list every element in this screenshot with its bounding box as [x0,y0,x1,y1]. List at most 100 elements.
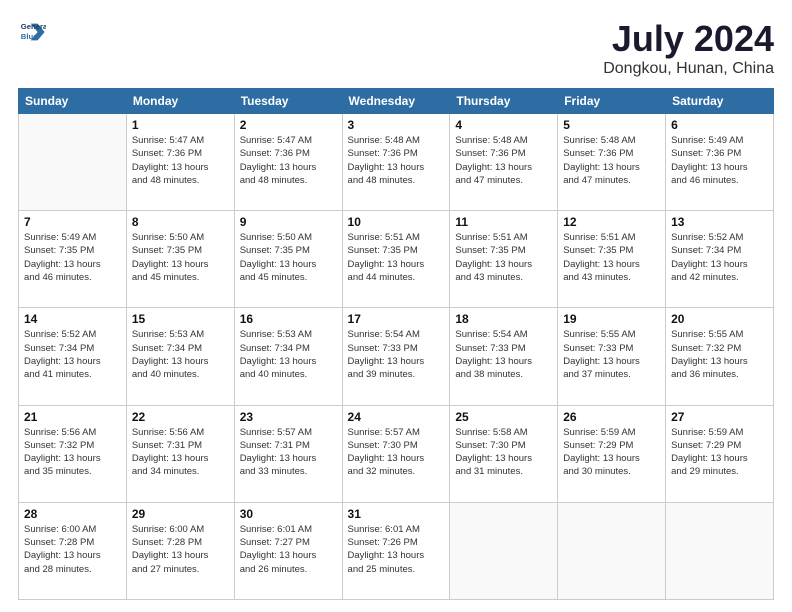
day-info: Sunrise: 5:49 AM Sunset: 7:35 PM Dayligh… [24,231,121,284]
day-number: 31 [348,507,445,521]
day-info: Sunrise: 5:59 AM Sunset: 7:29 PM Dayligh… [671,426,768,479]
day-info: Sunrise: 5:57 AM Sunset: 7:31 PM Dayligh… [240,426,337,479]
day-info: Sunrise: 5:55 AM Sunset: 7:33 PM Dayligh… [563,328,660,381]
day-cell: 18 Sunrise: 5:54 AM Sunset: 7:33 PM Dayli… [450,308,558,405]
day-number: 6 [671,118,768,132]
day-number: 27 [671,410,768,424]
calendar-table: SundayMondayTuesdayWednesdayThursdayFrid… [18,88,774,600]
weekday-header-tuesday: Tuesday [234,89,342,114]
week-row-1: 1Sunrise: 5:47 AM Sunset: 7:36 PM Daylig… [19,114,774,211]
day-number: 12 [563,215,660,229]
day-info: Sunrise: 5:55 AM Sunset: 7:32 PM Dayligh… [671,328,768,381]
day-info: Sunrise: 5:59 AM Sunset: 7:29 PM Dayligh… [563,426,660,479]
day-number: 3 [348,118,445,132]
weekday-header-sunday: Sunday [19,89,127,114]
day-cell: 15 Sunrise: 5:53 AM Sunset: 7:34 PM Dayli… [126,308,234,405]
day-number: 9 [240,215,337,229]
day-info: Sunrise: 5:51 AM Sunset: 7:35 PM Dayligh… [348,231,445,284]
day-cell: 24 Sunrise: 5:57 AM Sunset: 7:30 PM Dayli… [342,405,450,502]
day-info: Sunrise: 5:48 AM Sunset: 7:36 PM Dayligh… [563,134,660,187]
day-info: Sunrise: 5:54 AM Sunset: 7:33 PM Dayligh… [455,328,552,381]
week-row-4: 21 Sunrise: 5:56 AM Sunset: 7:32 PM Dayli… [19,405,774,502]
day-cell: 17 Sunrise: 5:54 AM Sunset: 7:33 PM Dayli… [342,308,450,405]
day-number: 14 [24,312,121,326]
weekday-header-friday: Friday [558,89,666,114]
page: General Blue July 2024 Dongkou, Hunan, C… [0,0,792,612]
day-number: 7 [24,215,121,229]
day-cell: 30Sunrise: 6:01 AM Sunset: 7:27 PM Dayli… [234,502,342,599]
day-cell: 11 Sunrise: 5:51 AM Sunset: 7:35 PM Dayli… [450,211,558,308]
day-info: Sunrise: 6:01 AM Sunset: 7:27 PM Dayligh… [240,523,337,576]
calendar-title: July 2024 [603,18,774,60]
week-row-2: 7 Sunrise: 5:49 AM Sunset: 7:35 PM Daylig… [19,211,774,308]
day-info: Sunrise: 5:47 AM Sunset: 7:36 PM Dayligh… [240,134,337,187]
day-number: 26 [563,410,660,424]
day-info: Sunrise: 5:53 AM Sunset: 7:34 PM Dayligh… [240,328,337,381]
day-cell: 31 Sunrise: 6:01 AM Sunset: 7:26 PM Dayli… [342,502,450,599]
day-number: 19 [563,312,660,326]
day-number: 18 [455,312,552,326]
day-cell: 21 Sunrise: 5:56 AM Sunset: 7:32 PM Dayli… [19,405,127,502]
day-number: 8 [132,215,229,229]
day-info: Sunrise: 6:01 AM Sunset: 7:26 PM Dayligh… [348,523,445,576]
day-info: Sunrise: 5:56 AM Sunset: 7:31 PM Dayligh… [132,426,229,479]
day-cell: 29 Sunrise: 6:00 AM Sunset: 7:28 PM Dayli… [126,502,234,599]
day-number: 23 [240,410,337,424]
day-number: 17 [348,312,445,326]
day-number: 20 [671,312,768,326]
day-cell: 25 Sunrise: 5:58 AM Sunset: 7:30 PM Dayli… [450,405,558,502]
day-cell: 10Sunrise: 5:51 AM Sunset: 7:35 PM Dayli… [342,211,450,308]
weekday-header-saturday: Saturday [666,89,774,114]
day-number: 21 [24,410,121,424]
day-number: 13 [671,215,768,229]
day-info: Sunrise: 5:54 AM Sunset: 7:33 PM Dayligh… [348,328,445,381]
day-info: Sunrise: 5:52 AM Sunset: 7:34 PM Dayligh… [24,328,121,381]
weekday-header-row: SundayMondayTuesdayWednesdayThursdayFrid… [19,89,774,114]
day-cell: 5 Sunrise: 5:48 AM Sunset: 7:36 PM Daylig… [558,114,666,211]
day-cell: 20 Sunrise: 5:55 AM Sunset: 7:32 PM Dayli… [666,308,774,405]
day-number: 22 [132,410,229,424]
day-info: Sunrise: 5:50 AM Sunset: 7:35 PM Dayligh… [132,231,229,284]
day-cell: 8 Sunrise: 5:50 AM Sunset: 7:35 PM Daylig… [126,211,234,308]
day-number: 4 [455,118,552,132]
day-cell: 23 Sunrise: 5:57 AM Sunset: 7:31 PM Dayli… [234,405,342,502]
day-cell: 19 Sunrise: 5:55 AM Sunset: 7:33 PM Dayli… [558,308,666,405]
day-cell: 12 Sunrise: 5:51 AM Sunset: 7:35 PM Dayli… [558,211,666,308]
day-info: Sunrise: 5:51 AM Sunset: 7:35 PM Dayligh… [563,231,660,284]
svg-text:Blue: Blue [21,32,38,41]
day-info: Sunrise: 6:00 AM Sunset: 7:28 PM Dayligh… [132,523,229,576]
weekday-header-monday: Monday [126,89,234,114]
day-cell: 9 Sunrise: 5:50 AM Sunset: 7:35 PM Daylig… [234,211,342,308]
day-info: Sunrise: 5:50 AM Sunset: 7:35 PM Dayligh… [240,231,337,284]
day-info: Sunrise: 5:53 AM Sunset: 7:34 PM Dayligh… [132,328,229,381]
day-info: Sunrise: 5:58 AM Sunset: 7:30 PM Dayligh… [455,426,552,479]
day-number: 25 [455,410,552,424]
day-cell: 2 Sunrise: 5:47 AM Sunset: 7:36 PM Daylig… [234,114,342,211]
day-cell: 26 Sunrise: 5:59 AM Sunset: 7:29 PM Dayli… [558,405,666,502]
day-cell: 16Sunrise: 5:53 AM Sunset: 7:34 PM Dayli… [234,308,342,405]
day-cell [666,502,774,599]
day-cell [450,502,558,599]
day-info: Sunrise: 5:51 AM Sunset: 7:35 PM Dayligh… [455,231,552,284]
week-row-3: 14 Sunrise: 5:52 AM Sunset: 7:34 PM Dayli… [19,308,774,405]
day-info: Sunrise: 5:52 AM Sunset: 7:34 PM Dayligh… [671,231,768,284]
day-number: 24 [348,410,445,424]
day-number: 15 [132,312,229,326]
logo: General Blue [18,18,50,46]
day-info: Sunrise: 5:56 AM Sunset: 7:32 PM Dayligh… [24,426,121,479]
day-number: 5 [563,118,660,132]
day-number: 11 [455,215,552,229]
day-cell: 13 Sunrise: 5:52 AM Sunset: 7:34 PM Dayli… [666,211,774,308]
title-block: July 2024 Dongkou, Hunan, China [603,18,774,78]
day-number: 29 [132,507,229,521]
header: General Blue July 2024 Dongkou, Hunan, C… [18,18,774,78]
day-number: 28 [24,507,121,521]
day-number: 2 [240,118,337,132]
day-cell: 4Sunrise: 5:48 AM Sunset: 7:36 PM Daylig… [450,114,558,211]
day-info: Sunrise: 5:57 AM Sunset: 7:30 PM Dayligh… [348,426,445,479]
day-cell: 22 Sunrise: 5:56 AM Sunset: 7:31 PM Dayli… [126,405,234,502]
svg-text:General: General [21,22,46,31]
calendar-subtitle: Dongkou, Hunan, China [603,60,774,78]
day-cell: 3Sunrise: 5:48 AM Sunset: 7:36 PM Daylig… [342,114,450,211]
day-cell: 1Sunrise: 5:47 AM Sunset: 7:36 PM Daylig… [126,114,234,211]
